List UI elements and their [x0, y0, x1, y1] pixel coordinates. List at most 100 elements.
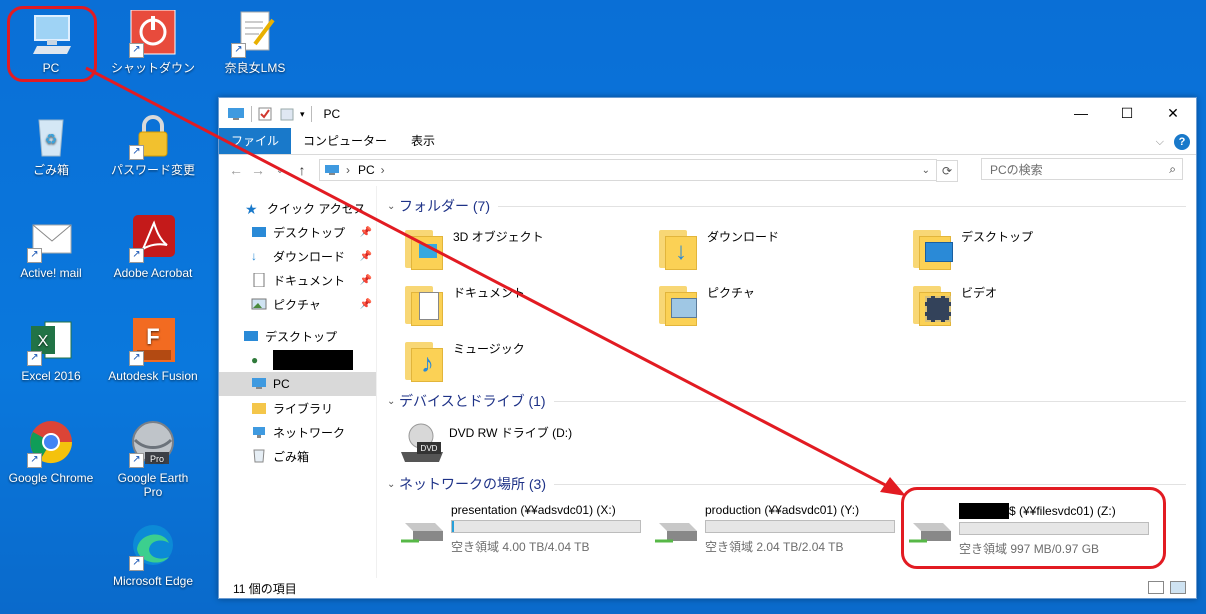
pc-icon: [252, 378, 266, 389]
desktop-icon-acrobat[interactable]: ↗ Adobe Acrobat: [107, 215, 199, 280]
tab-file[interactable]: ファイル: [219, 128, 292, 154]
properties-icon[interactable]: [258, 107, 272, 121]
desktop-label: 奈良女LMS: [224, 61, 286, 75]
svg-text:♻: ♻: [45, 131, 58, 147]
search-icon: ⌕: [1169, 161, 1176, 176]
folder-pictures[interactable]: ピクチャ: [657, 280, 897, 330]
quick-access-dropdown-icon[interactable]: ▾: [300, 109, 305, 120]
library-icon: [252, 403, 266, 414]
desktop-icon-lms[interactable]: ↗ 奈良女LMS: [209, 10, 301, 75]
address-dropdown-icon[interactable]: ⌄: [922, 165, 930, 176]
navigation-pane: ★ クイック アクセス デスクトップ 📌 ↓ ダウンロード 📌 ドキュメント 📌 ピク…: [219, 186, 377, 578]
shortcut-arrow-icon: ↗: [129, 351, 144, 366]
drive-name: presentation (¥¥adsvdc01) (X:): [451, 503, 616, 517]
folder-3d-objects[interactable]: 3D オブジェクト: [403, 224, 643, 274]
nav-desktop[interactable]: デスクトップ: [219, 324, 376, 348]
nav-item-documents[interactable]: ドキュメント 📌: [219, 268, 376, 292]
nav-item-desktop[interactable]: デスクトップ 📌: [219, 220, 376, 244]
svg-text:Pro: Pro: [150, 454, 164, 464]
desktop-icon-fusion[interactable]: F ↗ Autodesk Fusion: [107, 318, 199, 383]
svg-text:X: X: [38, 333, 49, 350]
download-icon: ↓: [251, 249, 257, 263]
shortcut-arrow-icon: ↗: [231, 43, 246, 58]
address-location[interactable]: PC: [358, 163, 375, 177]
desktop-label: Microsoft Edge: [112, 574, 194, 588]
tab-computer[interactable]: コンピューター: [291, 128, 399, 154]
svg-text:F: F: [146, 324, 159, 349]
desktop-label: Adobe Acrobat: [113, 266, 193, 280]
edge-icon: ↗: [129, 523, 177, 571]
large-icons-view-icon[interactable]: [1170, 581, 1186, 594]
drive-usage-bar: [451, 520, 641, 533]
desktop-icon-edge[interactable]: ↗ Microsoft Edge: [107, 523, 199, 588]
videos-folder-icon: [911, 280, 957, 326]
desktop-icon-excel[interactable]: X ↗ Excel 2016: [5, 318, 97, 383]
desktop-icon-activemail[interactable]: ↗ Active! mail: [5, 215, 97, 280]
close-button[interactable]: ✕: [1150, 98, 1196, 128]
shortcut-arrow-icon: ↗: [27, 351, 42, 366]
earth-icon: Pro ↗: [129, 420, 177, 468]
address-input[interactable]: › PC › ⌄ ⟳: [319, 159, 958, 182]
search-input[interactable]: PCの検索 ⌕: [981, 158, 1183, 180]
pin-icon[interactable]: 📌: [360, 275, 372, 286]
nav-recycle[interactable]: ごみ箱: [219, 444, 376, 468]
network-drive-y[interactable]: production (¥¥adsvdc01) (Y:) 空き領域 2.04 T…: [653, 503, 895, 563]
nav-library[interactable]: ライブラリ: [219, 396, 376, 420]
shortcut-arrow-icon: ↗: [129, 145, 144, 160]
desktop-icon-password[interactable]: ↗ パスワード変更: [107, 112, 199, 177]
downloads-folder-icon: ↓: [657, 224, 703, 270]
nav-item-downloads[interactable]: ↓ ダウンロード 📌: [219, 244, 376, 268]
nav-network[interactable]: ネットワーク: [219, 420, 376, 444]
nav-item-pictures[interactable]: ピクチャ 📌: [219, 292, 376, 316]
title-bar[interactable]: ▾ PC — ☐ ✕: [219, 98, 1196, 130]
folder-documents[interactable]: ドキュメント: [403, 280, 643, 330]
window-title: PC: [323, 107, 341, 121]
desktop-icon-recycle[interactable]: ♻ ごみ箱: [5, 112, 97, 177]
up-arrow-icon[interactable]: ↑: [291, 162, 313, 178]
pin-icon[interactable]: 📌: [360, 227, 372, 238]
expand-ribbon-icon[interactable]: ⌵: [1156, 136, 1164, 149]
folder-downloads[interactable]: ↓ ダウンロード: [657, 224, 897, 274]
tab-view[interactable]: 表示: [399, 128, 447, 154]
help-icon[interactable]: ?: [1174, 134, 1190, 150]
group-header-folders[interactable]: ⌄ フォルダー (7): [387, 196, 1186, 216]
acrobat-icon: ↗: [129, 215, 177, 263]
desktop-label: Autodesk Fusion: [108, 369, 198, 383]
pin-icon[interactable]: 📌: [360, 251, 372, 262]
pictures-folder-icon: [657, 280, 703, 326]
folder-music[interactable]: ♪ ミュージック: [403, 336, 643, 386]
maximize-button[interactable]: ☐: [1104, 98, 1150, 128]
folder-videos[interactable]: ビデオ: [911, 280, 1151, 330]
dvd-drive[interactable]: DVD DVD RW ドライブ (D:): [399, 420, 659, 470]
desktop-icon-chrome[interactable]: ↗ Google Chrome: [5, 420, 97, 485]
forward-arrow-icon[interactable]: →: [247, 162, 269, 178]
new-folder-icon[interactable]: [280, 107, 294, 121]
svg-text:DVD: DVD: [421, 444, 438, 453]
mail-icon: ↗: [27, 215, 75, 263]
desktop-folder-icon: [252, 227, 266, 237]
folder-desktop[interactable]: デスクトップ: [911, 224, 1151, 274]
pin-icon[interactable]: 📌: [360, 299, 372, 310]
back-arrow-icon[interactable]: ←: [225, 162, 247, 178]
nav-user[interactable]: ●: [219, 348, 376, 372]
details-view-icon[interactable]: [1148, 581, 1164, 594]
shortcut-arrow-icon: ↗: [129, 556, 144, 571]
group-header-devices[interactable]: ⌄ デバイスとドライブ (1): [387, 391, 1186, 411]
desktop-icon-shutdown[interactable]: ↗ シャットダウン: [107, 9, 199, 75]
desktop-icon-earth[interactable]: Pro ↗ Google Earth Pro: [107, 420, 199, 499]
collapse-icon[interactable]: ⌄: [387, 201, 399, 212]
power-icon: ↗: [129, 9, 177, 58]
nav-quick-access[interactable]: ★ クイック アクセス: [219, 196, 376, 220]
desktop-label: ごみ箱: [32, 163, 69, 177]
collapse-icon[interactable]: ⌄: [387, 479, 399, 490]
nav-pc[interactable]: PC: [219, 372, 376, 396]
collapse-icon[interactable]: ⌄: [387, 396, 399, 407]
refresh-icon[interactable]: ⟳: [936, 160, 958, 182]
document-icon: [253, 273, 265, 287]
network-drive-x[interactable]: presentation (¥¥adsvdc01) (X:) 空き領域 4.00…: [399, 503, 641, 563]
recycle-bin-icon: [253, 449, 265, 463]
shortcut-arrow-icon: ↗: [129, 453, 144, 468]
recent-dropdown-icon[interactable]: ⌄: [269, 165, 291, 176]
shortcut-arrow-icon: ↗: [129, 248, 144, 263]
minimize-button[interactable]: —: [1058, 98, 1104, 128]
